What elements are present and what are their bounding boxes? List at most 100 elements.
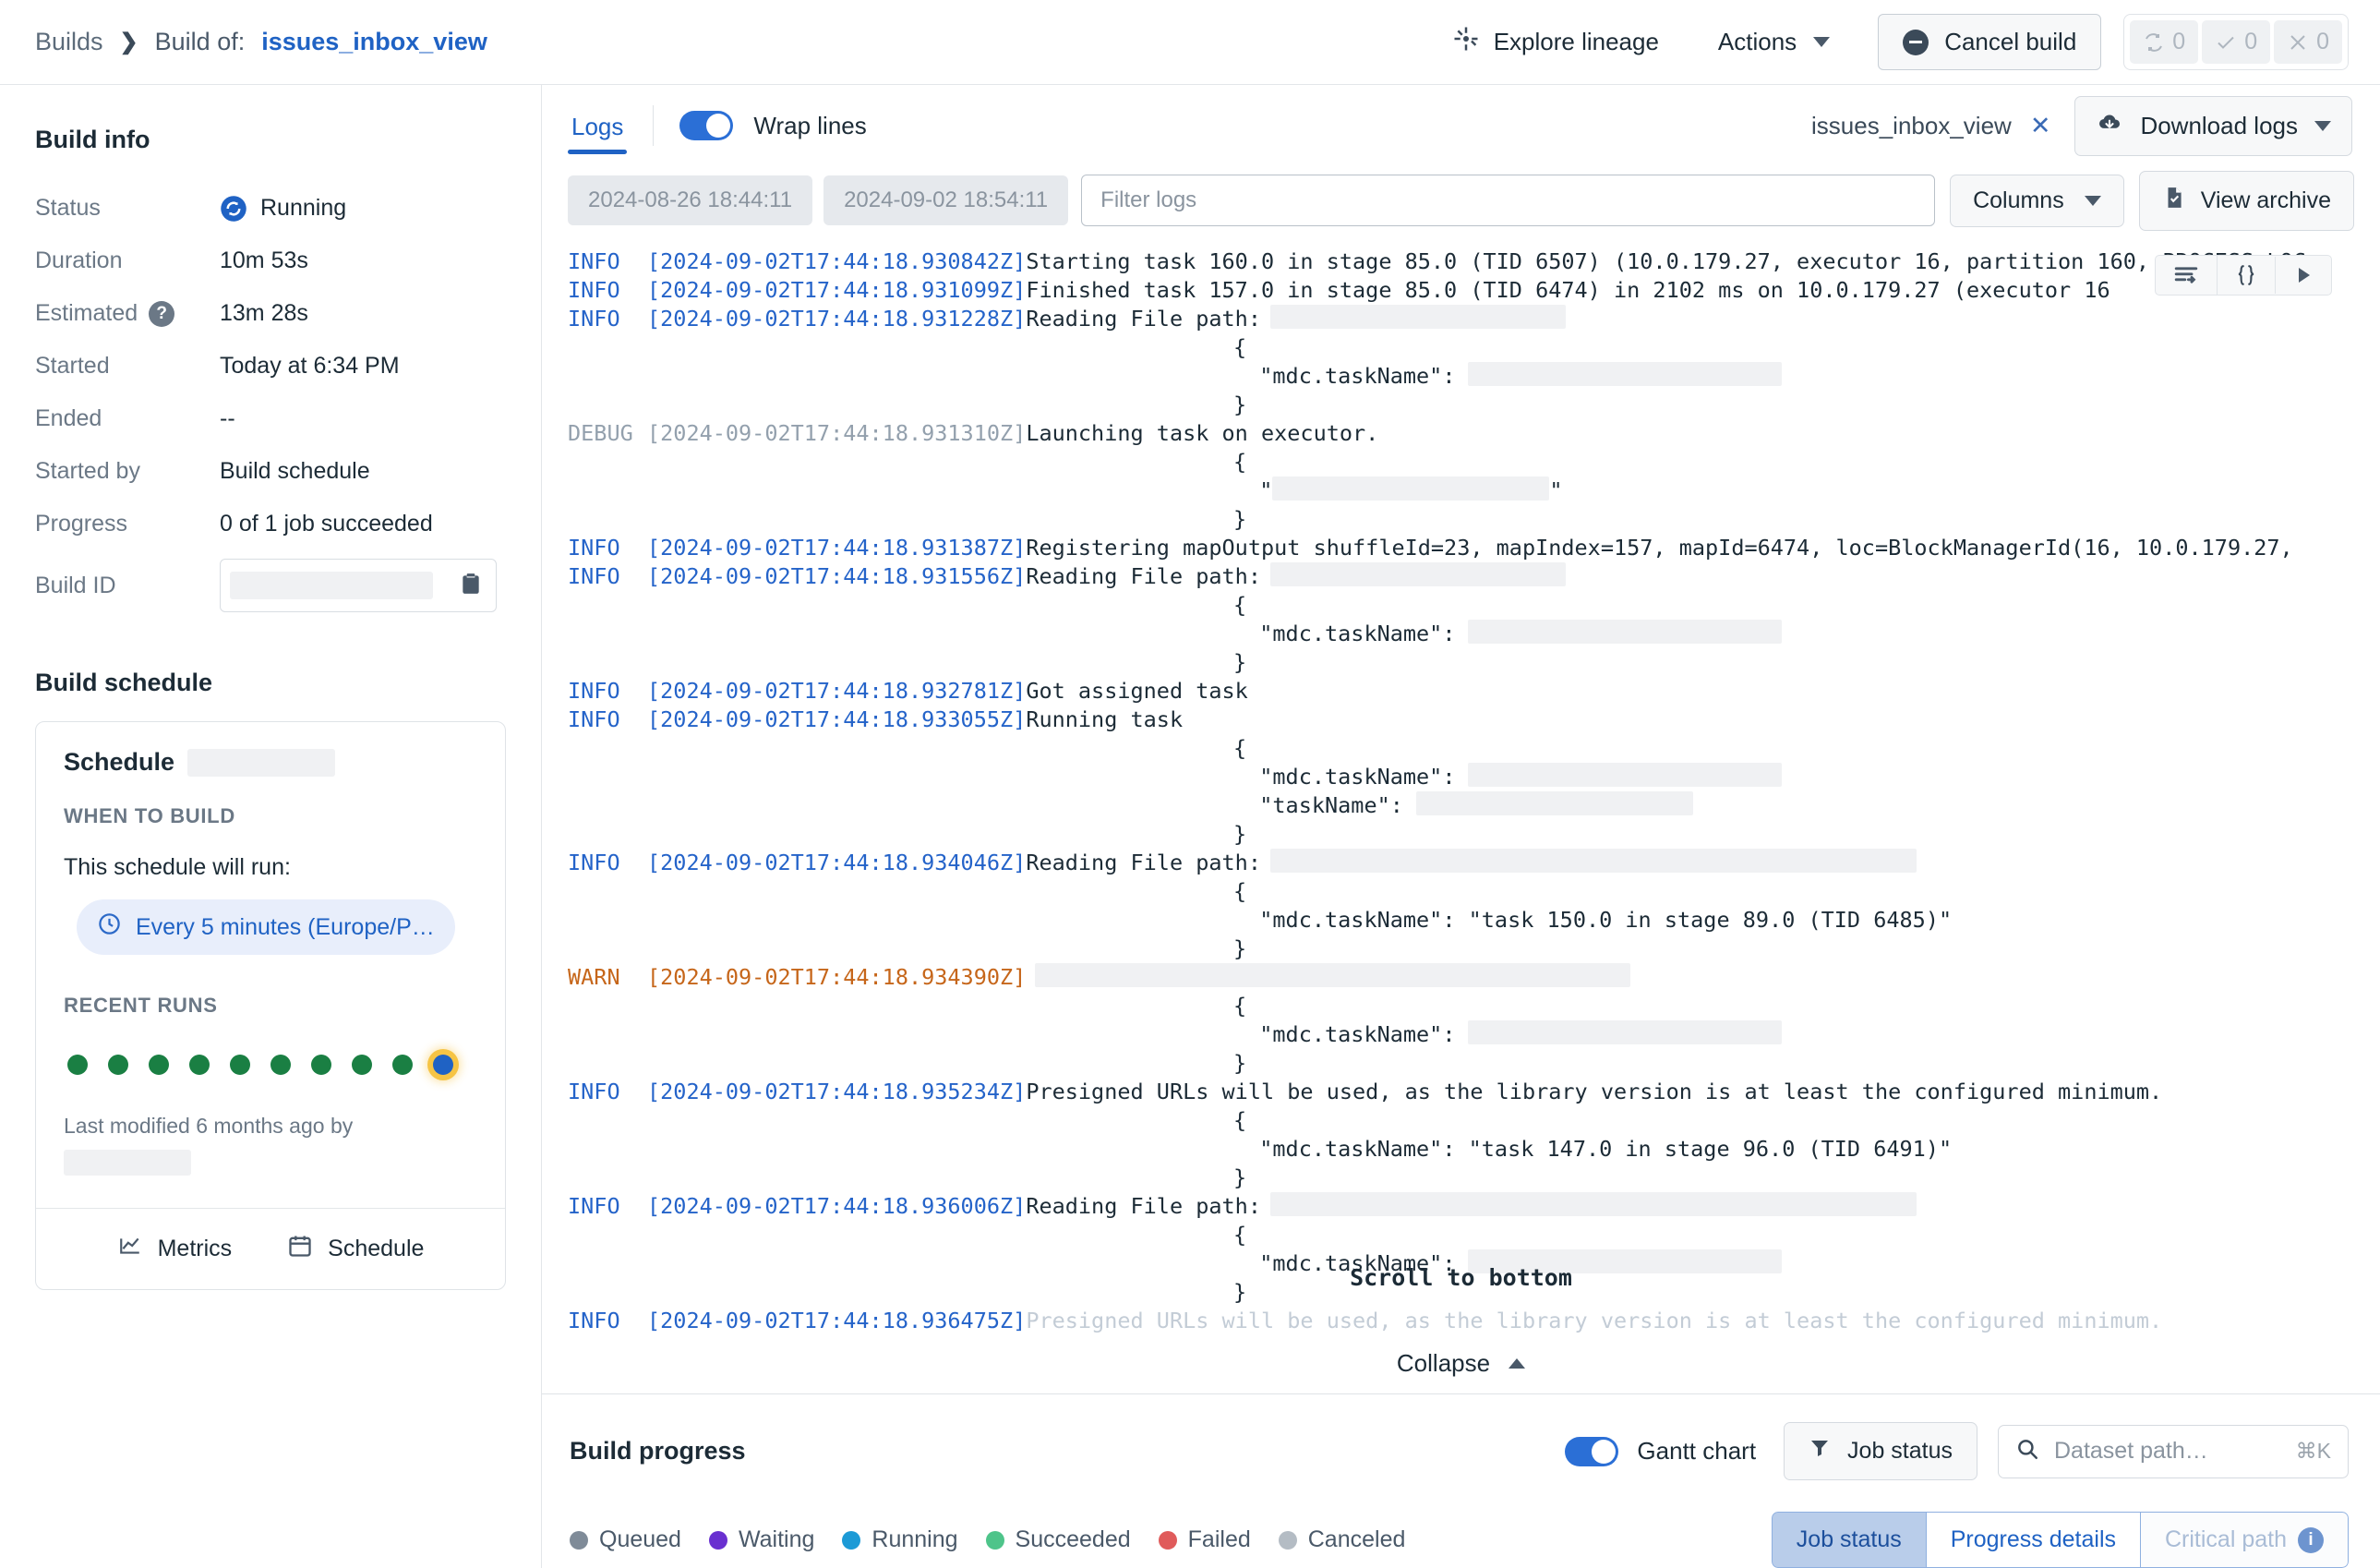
failure-counter[interactable]: 0 — [2274, 20, 2342, 64]
log-line[interactable]: } — [542, 648, 2380, 677]
help-icon[interactable]: ? — [149, 300, 175, 327]
log-line[interactable]: { — [542, 333, 2380, 362]
tab-progress-details[interactable]: Progress details — [1926, 1512, 2141, 1568]
retry-counter[interactable]: 0 — [2130, 20, 2199, 64]
download-logs-button[interactable]: Download logs — [2074, 95, 2352, 156]
build-id-field[interactable] — [220, 559, 497, 612]
log-line[interactable]: { — [542, 1221, 2380, 1249]
log-level: INFO — [568, 850, 620, 875]
run-dot[interactable] — [149, 1055, 169, 1075]
start-date-field[interactable]: 2024-08-26 18:44:11 — [568, 175, 813, 225]
logs-dataset-tab[interactable]: issues_inbox_view — [1811, 112, 2012, 140]
log-line[interactable]: INFO [2024-09-02T17:44:18.934046Z] Reading… — [542, 849, 2380, 877]
log-line[interactable]: } — [542, 935, 2380, 963]
job-status-filter-button[interactable]: Job status — [1784, 1422, 1977, 1480]
run-dot[interactable] — [352, 1055, 372, 1075]
log-line[interactable]: "mdc.taskName": — [542, 620, 2380, 648]
log-line[interactable]: } — [542, 1164, 2380, 1192]
breadcrumb-current-dataset[interactable]: issues_inbox_view — [261, 28, 487, 56]
log-timestamp: [2024-09-02T17:44:18.934046Z] — [647, 850, 1027, 875]
end-date-field[interactable]: 2024-09-02 18:54:11 — [823, 175, 1069, 225]
log-message: Starting task 160.0 in stage 85.0 (TID 6… — [1026, 248, 2306, 274]
log-line[interactable]: { — [542, 448, 2380, 476]
tab-job-status[interactable]: Job status — [1771, 1512, 1927, 1568]
log-line[interactable]: "mdc.taskName": — [542, 362, 2380, 391]
play-icon[interactable] — [2275, 257, 2331, 294]
gantt-chart-toggle[interactable] — [1565, 1436, 1619, 1466]
log-line[interactable]: INFO [2024-09-02T17:44:18.931099Z] Finishe… — [542, 276, 2380, 305]
wrap-toggle-icon[interactable] — [2156, 257, 2217, 294]
log-line[interactable]: { — [542, 734, 2380, 763]
calendar-icon — [287, 1233, 313, 1265]
log-line[interactable]: } — [542, 820, 2380, 849]
log-line[interactable]: } — [542, 505, 2380, 534]
log-line[interactable]: "mdc.taskName": — [542, 1249, 2380, 1278]
wrap-lines-toggle[interactable] — [679, 111, 734, 140]
run-dot[interactable] — [230, 1055, 250, 1075]
log-line[interactable]: INFO [2024-09-02T17:44:18.930842Z] Startin… — [542, 247, 2380, 276]
actions-menu-button[interactable]: Actions — [1696, 18, 1852, 66]
run-dot[interactable] — [189, 1055, 210, 1075]
tab-logs[interactable]: Logs — [568, 98, 628, 154]
logs-viewport[interactable]: INFO [2024-09-02T17:44:18.930842Z] Startin… — [542, 235, 2380, 1333]
log-line[interactable]: INFO [2024-09-02T17:44:18.936475Z] Presign… — [542, 1307, 2380, 1333]
log-line[interactable]: " " — [542, 476, 2380, 505]
log-line[interactable]: DEBUG [2024-09-02T17:44:18.931310Z] Launch… — [542, 419, 2380, 448]
log-line[interactable]: { — [542, 1106, 2380, 1135]
log-message: Reading File path: — [1026, 850, 1261, 875]
log-line[interactable]: } — [542, 1278, 2380, 1307]
info-row-estimated: Estimated ? 13m 28s — [35, 287, 506, 340]
metrics-button[interactable]: Metrics — [117, 1234, 232, 1264]
log-line[interactable]: INFO [2024-09-02T17:44:18.931228Z] Reading… — [542, 305, 2380, 333]
run-dot[interactable] — [311, 1055, 331, 1075]
filter-logs-input[interactable]: Filter logs — [1081, 175, 1936, 226]
log-line[interactable]: WARN [2024-09-02T17:44:18.934390Z] — [542, 963, 2380, 992]
log-line[interactable]: } — [542, 1049, 2380, 1078]
tab-critical-path[interactable]: Critical path i — [2141, 1512, 2349, 1568]
run-dot[interactable] — [392, 1055, 413, 1075]
redacted-block — [1468, 1249, 1783, 1273]
close-icon[interactable]: ✕ — [2030, 112, 2051, 140]
log-line[interactable]: { — [542, 992, 2380, 1020]
schedule-title-text: Schedule — [64, 748, 175, 776]
copy-icon[interactable] — [459, 571, 483, 601]
log-line[interactable]: INFO [2024-09-02T17:44:18.931556Z] Reading… — [542, 562, 2380, 591]
json-braces-icon[interactable] — [2217, 256, 2275, 295]
run-dot-current[interactable] — [433, 1055, 453, 1075]
view-archive-button[interactable]: View archive — [2138, 170, 2354, 231]
log-line[interactable]: INFO [2024-09-02T17:44:18.935234Z] Presign… — [542, 1078, 2380, 1106]
log-line[interactable]: "mdc.taskName": — [542, 763, 2380, 791]
log-line[interactable]: INFO [2024-09-02T17:44:18.931387Z] Registe… — [542, 534, 2380, 562]
schedule-button[interactable]: Schedule — [287, 1233, 424, 1265]
log-level — [568, 591, 647, 620]
run-dot[interactable] — [270, 1055, 291, 1075]
log-line[interactable]: "mdc.taskName": "task 150.0 in stage 89.… — [542, 906, 2380, 935]
log-line[interactable]: } — [542, 391, 2380, 419]
log-timestamp: [2024-09-02T17:44:18.936006Z] — [647, 1193, 1027, 1219]
redacted-block — [1269, 562, 1566, 586]
success-counter[interactable]: 0 — [2202, 20, 2271, 64]
log-line[interactable]: { — [542, 591, 2380, 620]
log-level — [568, 1020, 647, 1049]
cancel-build-button[interactable]: Cancel build — [1878, 14, 2102, 70]
log-level: INFO — [568, 678, 620, 704]
log-timestamp: [2024-09-02T17:44:18.933055Z] — [647, 706, 1027, 732]
chevron-down-icon — [1813, 37, 1831, 47]
breadcrumb-builds[interactable]: Builds — [35, 28, 103, 56]
columns-button[interactable]: Columns — [1950, 174, 2124, 227]
log-line[interactable]: INFO [2024-09-02T17:44:18.936006Z] Reading… — [542, 1192, 2380, 1221]
log-line[interactable]: "mdc.taskName": — [542, 1020, 2380, 1049]
log-line[interactable]: INFO [2024-09-02T17:44:18.933055Z] Running… — [542, 706, 2380, 734]
run-dot[interactable] — [67, 1055, 88, 1075]
run-dot[interactable] — [108, 1055, 128, 1075]
collapse-logs-button[interactable]: Collapse — [542, 1333, 2380, 1394]
dataset-path-search[interactable]: Dataset path… ⌘K — [1998, 1424, 2349, 1478]
explore-lineage-button[interactable]: Explore lineage — [1436, 16, 1676, 68]
cadence-chip[interactable]: Every 5 minutes (Europe/P… — [77, 899, 455, 955]
log-line[interactable]: "taskName": — [542, 791, 2380, 820]
log-line[interactable]: INFO [2024-09-02T17:44:18.932781Z] Got ass… — [542, 677, 2380, 706]
log-message: Presigned URLs will be used, as the libr… — [1026, 1079, 2163, 1104]
log-line[interactable]: { — [542, 877, 2380, 906]
info-label: Build ID — [35, 572, 116, 598]
log-line[interactable]: "mdc.taskName": "task 147.0 in stage 96.… — [542, 1135, 2380, 1164]
